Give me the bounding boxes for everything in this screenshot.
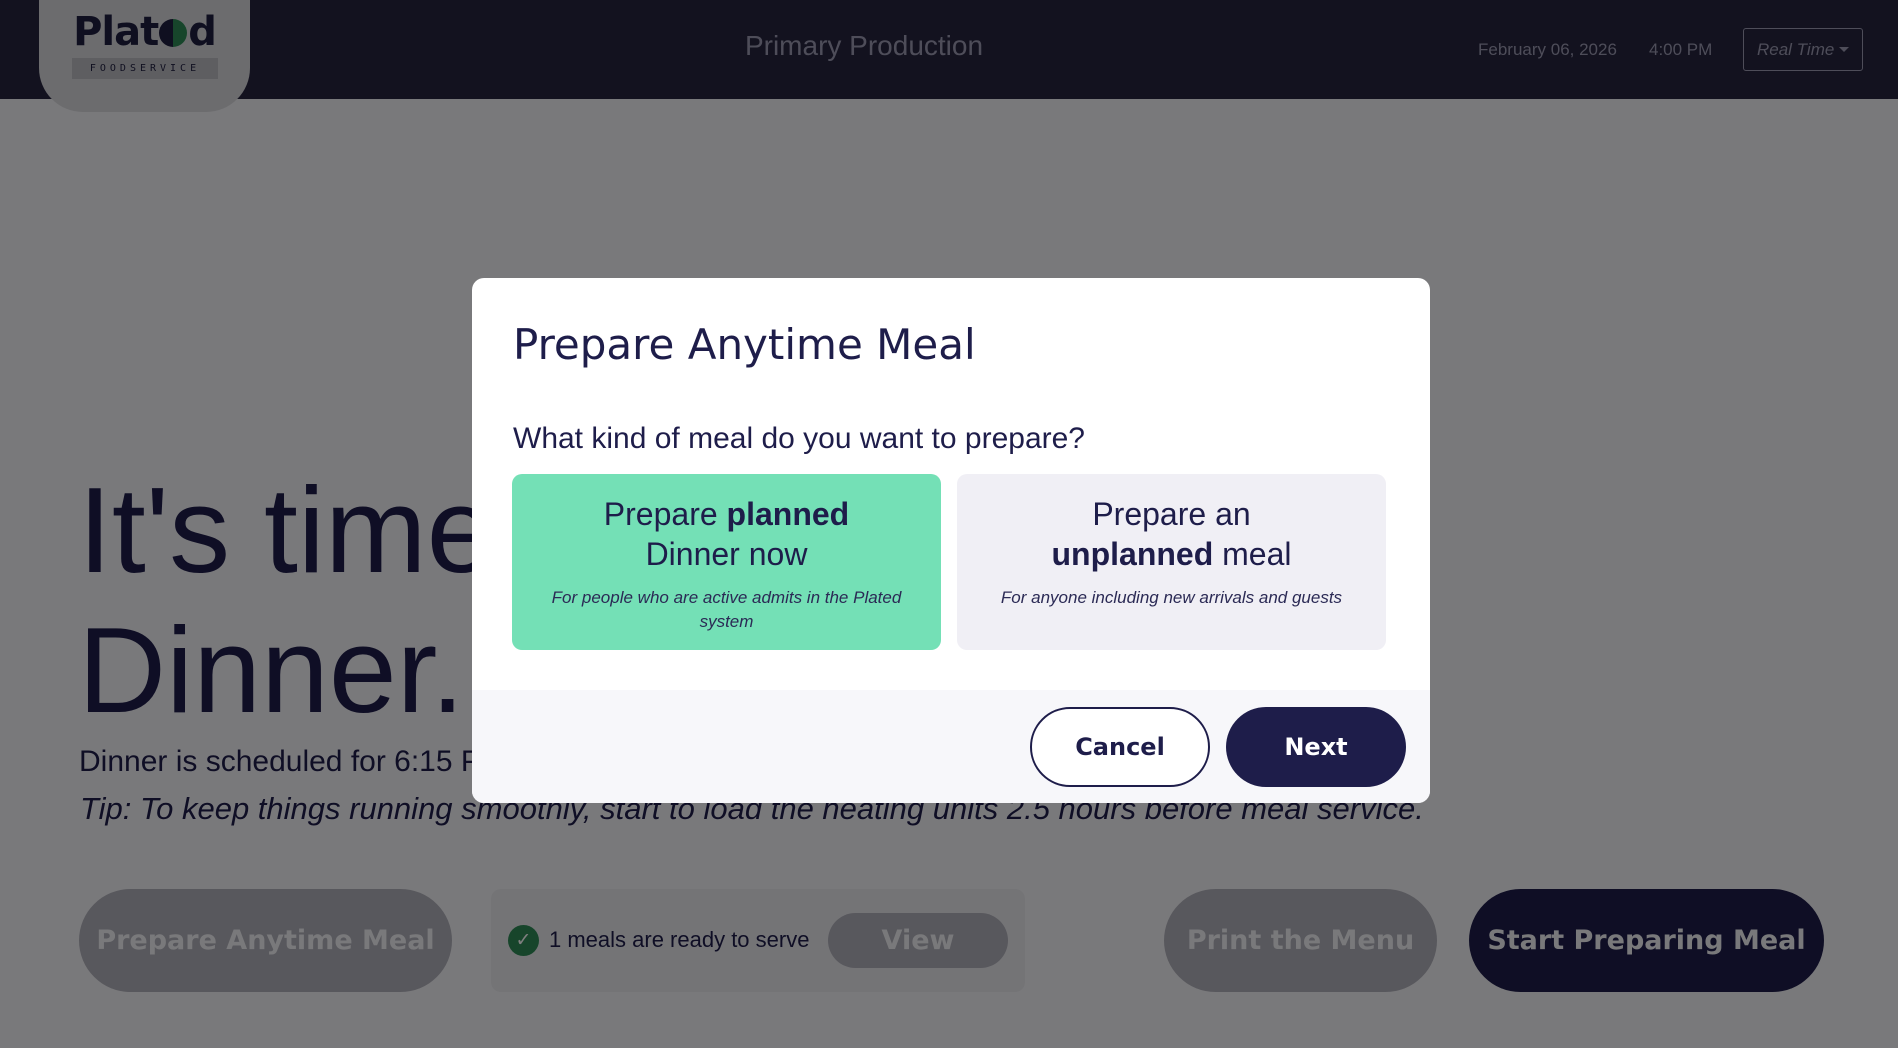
cancel-button[interactable]: Cancel xyxy=(1030,707,1210,787)
planned-option-heading: Prepare planned Dinner now xyxy=(512,494,941,574)
unplanned-line-1: Prepare an xyxy=(1092,496,1251,532)
planned-prefix: Prepare xyxy=(603,496,727,532)
unplanned-suffix: meal xyxy=(1213,536,1292,572)
dialog-question: What kind of meal do you want to prepare… xyxy=(513,422,1085,455)
planned-bold: planned xyxy=(726,496,850,532)
planned-meal-option[interactable]: Prepare planned Dinner now For people wh… xyxy=(512,474,941,650)
planned-line-2: Dinner now xyxy=(645,536,808,572)
next-button[interactable]: Next xyxy=(1226,707,1406,787)
unplanned-option-description: For anyone including new arrivals and gu… xyxy=(1000,588,1343,607)
planned-option-description: For people who are active admits in the … xyxy=(551,588,902,631)
dialog-title: Prepare Anytime Meal xyxy=(513,320,976,369)
unplanned-bold: unplanned xyxy=(1051,536,1214,572)
unplanned-meal-option[interactable]: Prepare an unplanned meal For anyone inc… xyxy=(957,474,1386,650)
prepare-anytime-meal-dialog: Prepare Anytime Meal What kind of meal d… xyxy=(472,278,1430,803)
dialog-footer: Cancel Next xyxy=(472,690,1430,803)
unplanned-option-heading: Prepare an unplanned meal xyxy=(957,494,1386,574)
